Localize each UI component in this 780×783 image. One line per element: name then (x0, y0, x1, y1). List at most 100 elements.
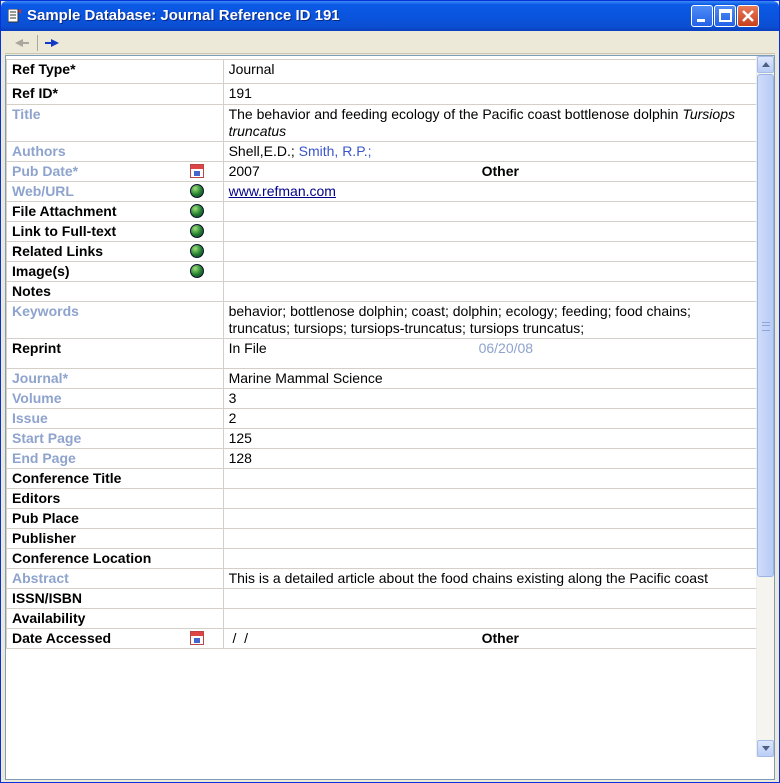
field-label[interactable]: Web/URL (6, 181, 224, 202)
field-value[interactable]: In File 06/20/08 (222, 338, 762, 369)
window-title: Sample Database: Journal Reference ID 19… (27, 7, 340, 24)
field-value[interactable]: This is a detailed article about the foo… (222, 568, 762, 589)
fields-table: Ref Type* Journal Ref ID* 191 Title The … (6, 59, 762, 649)
field-label-text: File Attachment (12, 203, 117, 219)
calendar-icon[interactable] (189, 631, 204, 645)
field-value[interactable]: 191 (222, 83, 762, 105)
field-value[interactable]: The behavior and feeding ecology of the … (222, 104, 762, 142)
arrow-right-icon[interactable] (43, 36, 61, 50)
field-label-text: Pub Date* (12, 163, 79, 179)
calendar-icon[interactable] (189, 164, 204, 178)
field-value[interactable] (222, 588, 762, 609)
reference-grid: Ref Type* Journal Ref ID* 191 Title The … (5, 55, 775, 780)
field-value[interactable]: 128 (222, 448, 762, 469)
field-row-start-page: Start Page 125 (6, 428, 762, 449)
maximize-button[interactable] (714, 5, 736, 27)
field-label-text: Link to Full-text (12, 223, 117, 239)
field-label: Availability (6, 608, 224, 629)
field-value[interactable] (222, 221, 762, 242)
field-value[interactable] (222, 468, 762, 489)
field-label-text: Web/URL (12, 183, 74, 199)
field-label[interactable]: Abstract (6, 568, 224, 589)
globe-icon[interactable] (189, 264, 204, 278)
field-label: Link to Full-text (6, 221, 224, 242)
url-link[interactable]: www.refman.com (229, 183, 336, 199)
field-value[interactable]: 3 (222, 388, 762, 409)
chevron-down-icon (762, 746, 770, 751)
field-row-authors: Authors Shell,E.D.; Smith, R.P.; (6, 141, 762, 162)
field-row-pub-date: Pub Date* 2007 Other (6, 161, 762, 182)
scroll-down-button[interactable] (757, 740, 774, 757)
field-value[interactable] (222, 528, 762, 549)
globe-icon[interactable] (189, 244, 204, 258)
field-value[interactable] (222, 608, 762, 629)
field-row-images: Image(s) (6, 261, 762, 282)
globe-icon[interactable] (189, 224, 204, 238)
scroll-up-button[interactable] (757, 56, 774, 73)
field-label: File Attachment (6, 201, 224, 222)
globe-icon[interactable] (189, 184, 204, 198)
field-value[interactable]: Journal (222, 59, 762, 84)
field-value[interactable]: 2007 Other (222, 161, 762, 182)
field-label: Image(s) (6, 261, 224, 282)
field-value[interactable]: 125 (222, 428, 762, 449)
vertical-scrollbar[interactable] (756, 56, 774, 757)
field-label: Ref ID* (6, 83, 224, 105)
field-value[interactable]: behavior; bottlenose dolphin; coast; dol… (222, 301, 762, 339)
field-row-web-url: Web/URL www.refman.com (6, 181, 762, 202)
field-label: Pub Place (6, 508, 224, 529)
field-row-ref-id: Ref ID* 191 (6, 83, 762, 105)
field-label: Date Accessed (6, 628, 224, 649)
title-bar[interactable]: Sample Database: Journal Reference ID 19… (1, 1, 779, 31)
toolbar (5, 33, 775, 54)
field-label-text: Related Links (12, 243, 104, 259)
globe-icon[interactable] (189, 204, 204, 218)
field-row-availability: Availability (6, 608, 762, 629)
field-value[interactable] (222, 508, 762, 529)
field-label: Editors (6, 488, 224, 509)
field-value[interactable] (222, 281, 762, 302)
close-button[interactable] (737, 5, 759, 27)
field-value[interactable] (222, 201, 762, 222)
field-label[interactable]: Start Page (6, 428, 224, 449)
field-label[interactable]: Issue (6, 408, 224, 429)
field-label: ISSN/ISBN (6, 588, 224, 609)
field-label: Publisher (6, 528, 224, 549)
field-value[interactable] (222, 261, 762, 282)
field-label[interactable]: End Page (6, 448, 224, 469)
reprint-status: In File (228, 340, 267, 356)
field-row-publisher: Publisher (6, 528, 762, 549)
field-value[interactable]: Shell,E.D.; Smith, R.P.; (222, 141, 762, 162)
field-value[interactable] (222, 241, 762, 262)
toolbar-divider (37, 35, 38, 51)
field-row-issn-isbn: ISSN/ISBN (6, 588, 762, 609)
grip-icon (762, 322, 770, 331)
field-row-pub-place: Pub Place (6, 508, 762, 529)
minimize-icon (697, 19, 705, 22)
field-row-file-attachment: File Attachment (6, 201, 762, 222)
chevron-up-icon (762, 62, 770, 67)
field-row-ref-type: Ref Type* Journal (6, 59, 762, 84)
arrow-left-icon[interactable] (13, 36, 31, 50)
field-label: Related Links (6, 241, 224, 262)
field-label[interactable]: Authors (6, 141, 224, 162)
field-label[interactable]: Journal* (6, 368, 224, 389)
field-value[interactable]: Marine Mammal Science (222, 368, 762, 389)
minimize-button[interactable] (691, 5, 713, 27)
field-label[interactable]: Volume (6, 388, 224, 409)
scroll-thumb[interactable] (757, 74, 774, 577)
field-value[interactable] (222, 548, 762, 569)
field-value[interactable] (222, 488, 762, 509)
author-2-link[interactable]: Smith, R.P.; (299, 143, 372, 159)
field-value[interactable]: www.refman.com (222, 181, 762, 202)
date-accessed-type: Other (481, 630, 519, 646)
title-text: The behavior and feeding ecology of the … (228, 106, 683, 122)
field-value[interactable]: 2 (222, 408, 762, 429)
field-row-issue: Issue 2 (6, 408, 762, 429)
field-label[interactable]: Pub Date* (6, 161, 224, 182)
field-label: Notes (6, 281, 224, 302)
field-value[interactable]: / / Other (222, 628, 762, 649)
field-label[interactable]: Keywords (6, 301, 224, 339)
field-label[interactable]: Title (6, 104, 224, 142)
field-row-notes: Notes (6, 281, 762, 302)
